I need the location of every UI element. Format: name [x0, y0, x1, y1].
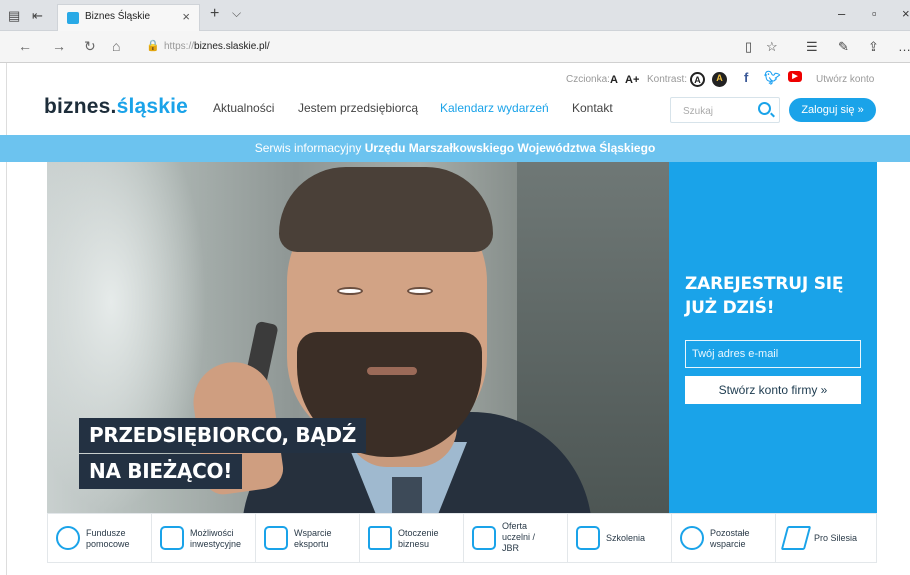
graduation-cap-icon [472, 526, 496, 550]
back-tabs-icon[interactable]: ⇤ [32, 8, 43, 24]
contrast-high-button[interactable]: A [712, 72, 727, 87]
hero-tie [392, 477, 422, 513]
tab-title: Biznes Śląskie [85, 11, 151, 22]
category-label-line2: eksportu [294, 539, 329, 549]
category-wsparcie-eksportu[interactable]: Wsparcie eksportu [256, 514, 360, 562]
twitter-icon[interactable]: 🐦︎ [764, 70, 781, 86]
menu-item-kalendarz[interactable]: Kalendarz wydarzeń [440, 101, 549, 115]
create-account-link[interactable]: Utwórz konto [816, 74, 874, 85]
minimize-icon[interactable]: – [838, 6, 845, 21]
category-label-line2: uczelni / [502, 532, 536, 542]
gear-icon [680, 526, 704, 550]
back-icon[interactable]: ← [18, 38, 32, 54]
category-oferta-uczelni[interactable]: Oferta uczelni / JBR [464, 514, 568, 562]
browser-tab-bar: ▤ ⇤ Biznes Śląskie × + ⌵ – ▫ × [0, 0, 910, 31]
people-coins-icon [56, 526, 80, 550]
network-icon [368, 526, 392, 550]
menu-item-jestem-przedsiebiorca[interactable]: Jestem przedsiębiorcą [298, 101, 418, 115]
menu-item-aktualnosci[interactable]: Aktualności [213, 101, 274, 115]
logo-accent: śląskie [116, 95, 189, 118]
banner-bold: Urzędu Marszałkowskiego Województwa Śląs… [364, 141, 656, 155]
category-label-line1: Oferta [502, 521, 528, 531]
reading-view-icon[interactable]: ▯ [745, 39, 752, 55]
category-pro-silesia[interactable]: Pro Silesia [776, 514, 876, 562]
register-title-1: ZAREJESTRUJ SIĘ [685, 274, 844, 294]
more-icon[interactable]: … [898, 39, 910, 54]
favicon-icon [67, 12, 79, 24]
category-label-line1: Fundusze [86, 528, 126, 538]
facebook-icon[interactable]: f [744, 70, 748, 85]
hero-headline-2: NA BIEŻĄCO! [79, 454, 243, 489]
category-label-line2: inwestycyjne [190, 539, 242, 549]
wallet-icon [160, 526, 184, 550]
export-box-icon [264, 526, 288, 550]
url-text: https://biznes.slaskie.pl/ [164, 41, 270, 52]
font-big-button[interactable]: A+ [625, 74, 639, 86]
create-company-account-button[interactable]: Stwórz konto firmy » [685, 376, 861, 404]
category-label-line2: pomocowe [86, 539, 130, 549]
trainer-icon [576, 526, 600, 550]
category-label-line2: wsparcie [710, 539, 746, 549]
close-window-icon[interactable]: × [902, 6, 910, 21]
category-label-line1: Wsparcie [294, 528, 332, 538]
font-small-button[interactable]: A [610, 74, 618, 86]
email-field[interactable] [685, 340, 861, 368]
site-logo[interactable]: biznes.śląskie [44, 95, 188, 119]
favorite-star-icon[interactable]: ☆ [766, 39, 778, 55]
register-title-2: JUŻ DZIŚ! [685, 298, 775, 318]
refresh-icon[interactable]: ↻ [84, 38, 96, 55]
maximize-icon[interactable]: ▫ [872, 6, 877, 21]
category-fundusze[interactable]: Fundusze pomocowe [48, 514, 152, 562]
notes-pen-icon[interactable]: ✎ [838, 39, 849, 55]
youtube-icon[interactable]: ▶ [788, 71, 802, 82]
search-icon[interactable] [758, 102, 771, 115]
address-bar: ← → ↻ ⌂ 🔒 https://biznes.slaskie.pl/ ▯ ☆… [0, 31, 910, 63]
url-field[interactable]: 🔒 https://biznes.slaskie.pl/ [140, 36, 740, 58]
category-mozliwosci[interactable]: Możliwości inwestycyjne [152, 514, 256, 562]
contrast-normal-button[interactable]: A [690, 72, 705, 87]
category-otoczenie-biznesu[interactable]: Otoczenie biznesu [360, 514, 464, 562]
register-panel: ZAREJESTRUJ SIĘ JUŻ DZIŚ! Stwórz konto f… [669, 162, 877, 513]
url-prefix: https:// [164, 41, 195, 52]
info-banner: Serwis informacyjny Urzędu Marszałkowski… [0, 135, 910, 162]
home-icon[interactable]: ⌂ [112, 38, 120, 54]
category-label-line1: Pozostałe [710, 528, 750, 538]
hero-mouth [367, 367, 417, 375]
tab-actions-icon[interactable]: ▤ [8, 8, 20, 24]
menu-item-kontakt[interactable]: Kontakt [572, 101, 613, 115]
new-tab-icon[interactable]: + [210, 5, 219, 23]
tab-close-icon[interactable]: × [182, 9, 190, 24]
category-szkolenia[interactable]: Szkolenia [568, 514, 672, 562]
font-size-label: Czcionka: [566, 74, 610, 85]
login-button[interactable]: Zaloguj się » [789, 98, 876, 122]
pro-silesia-logo-icon [780, 526, 812, 550]
category-label-line1: Otoczenie [398, 528, 439, 538]
category-pozostale-wsparcie[interactable]: Pozostałe wsparcie [672, 514, 776, 562]
forward-icon[interactable]: → [52, 38, 66, 54]
tab-biznes-slaskie[interactable]: Biznes Śląskie × [57, 4, 200, 31]
category-bar: Fundusze pomocowe Możliwości inwestycyjn… [47, 513, 877, 563]
logo-main: biznes. [44, 95, 117, 118]
search-input[interactable]: Szukaj [670, 97, 780, 123]
category-label-line1: Szkolenia [606, 533, 646, 543]
banner-prefix: Serwis informacyjny [254, 141, 362, 155]
tab-list-chevron-icon[interactable]: ⌵ [232, 6, 241, 21]
category-label-line3: JBR [502, 543, 520, 553]
url-host: biznes.slaskie.pl/ [194, 41, 270, 52]
hero-headline-1: PRZEDSIĘBIORCO, BĄDŹ [79, 418, 367, 453]
share-icon[interactable]: ⇪ [868, 39, 879, 55]
hero-hair [279, 167, 493, 252]
category-label-line2: biznesu [398, 539, 430, 549]
search-placeholder: Szukaj [683, 106, 714, 117]
lock-icon: 🔒 [146, 40, 160, 52]
contrast-label: Kontrast: [647, 74, 688, 85]
category-label-line1: Pro Silesia [814, 533, 858, 543]
hero-eye-right [407, 287, 433, 295]
category-label-line1: Możliwości [190, 528, 234, 538]
favorites-list-icon[interactable]: ☰ [806, 39, 818, 55]
hero-image: PRZEDSIĘBIORCO, BĄDŹ NA BIEŻĄCO! [47, 162, 669, 513]
hero-eye-left [337, 287, 363, 295]
